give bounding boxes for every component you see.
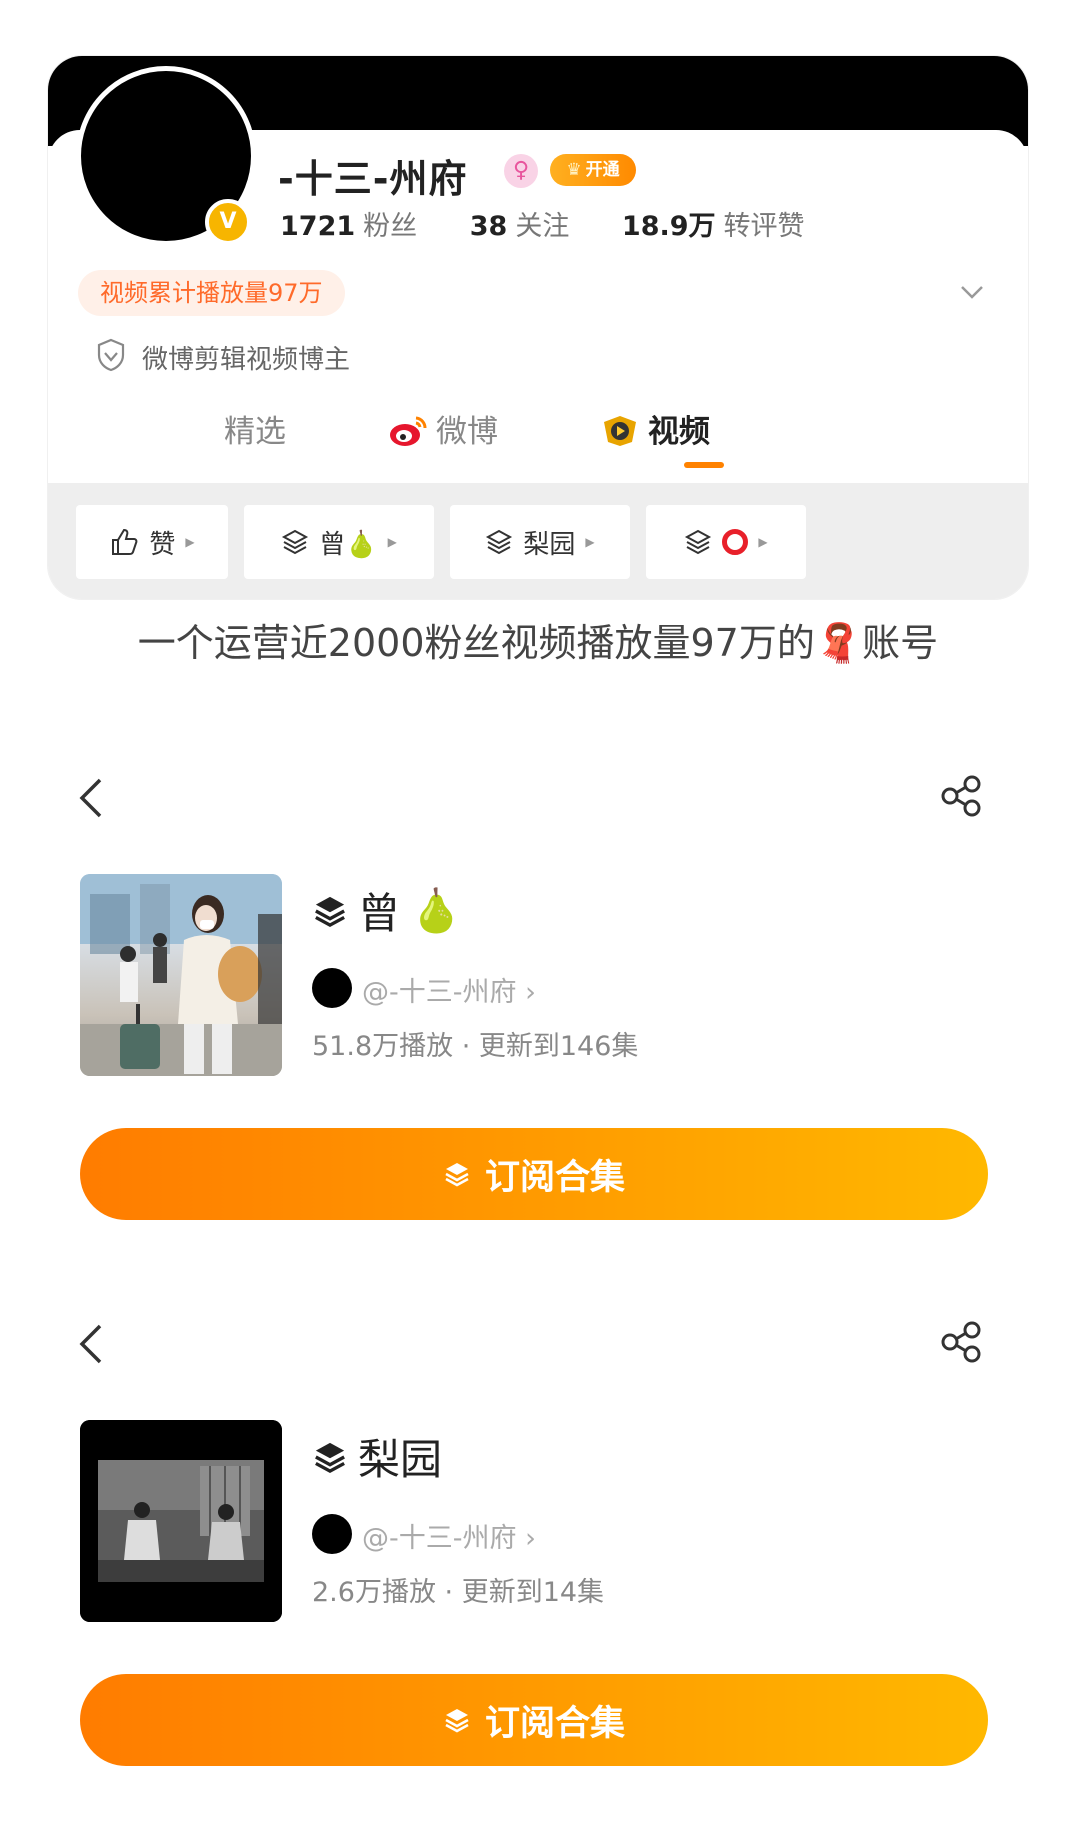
followers-stat[interactable]: 1721 粉丝: [280, 211, 417, 242]
filter-chip-liyuan[interactable]: 梨园 ▶: [450, 505, 630, 579]
red-ring-icon: [722, 529, 749, 555]
collection-card: 梨园 @-十三-州府 › 2.6万播放 · 更新到14集 订阅合集: [48, 1280, 1028, 1768]
tab-weibo[interactable]: 微博: [388, 406, 498, 451]
filter-bar: 赞 ▶ 曾🍐 ▶ 梨园 ▶ ▶: [48, 483, 1028, 599]
gender-female-icon: ♀: [504, 154, 538, 188]
play-count-badge: 视频累计播放量97万: [78, 270, 345, 316]
username: -十三-州府: [278, 157, 468, 201]
stack-icon: [315, 1442, 345, 1473]
author-link[interactable]: @-十三-州府 ›: [362, 1516, 536, 1555]
author-avatar[interactable]: [312, 1514, 352, 1554]
collection-meta: 51.8万播放 · 更新到146集: [312, 1031, 639, 1062]
tab-featured[interactable]: 精选: [224, 406, 286, 451]
author-link[interactable]: @-十三-州府 ›: [362, 970, 536, 1009]
triangle-right-icon: ▶: [387, 535, 397, 549]
share-icon[interactable]: [938, 772, 986, 820]
collection-title[interactable]: 梨园: [312, 1426, 452, 1487]
triangle-right-icon: ▶: [758, 535, 768, 549]
active-tab-indicator: [684, 462, 724, 468]
vip-open-button[interactable]: ♛ 开通: [550, 154, 636, 186]
following-stat[interactable]: 38 关注: [470, 211, 570, 242]
tab-bar: 精选 微博 视频: [48, 406, 1028, 476]
stack-icon: [445, 1709, 469, 1733]
tab-videos[interactable]: 视频: [600, 406, 710, 451]
filter-label: 曾🍐: [319, 529, 378, 560]
filter-chip-liked[interactable]: 赞 ▶: [76, 505, 228, 579]
chevron-down-icon[interactable]: [958, 278, 986, 306]
profile-card: V -十三-州府 ♀ ♛ 开通 1721 粉丝 38 关注 18.9万 转评赞 视频累计…: [48, 56, 1028, 599]
filter-label: 赞: [149, 529, 176, 560]
back-arrow-icon[interactable]: [72, 1320, 112, 1368]
collection-card: 曾 🍐 @-十三-州府 › 51.8万播放 · 更新到146集 订阅合集: [48, 734, 1028, 1222]
video-channel-icon: [604, 416, 636, 446]
filter-chip-ring[interactable]: ▶: [646, 505, 806, 579]
triangle-right-icon: ▶: [585, 535, 595, 549]
certification-text: 微博剪辑视频博主: [142, 345, 351, 375]
engagement-stat[interactable]: 18.9万 转评赞: [622, 211, 805, 242]
triangle-right-icon: ▶: [185, 535, 195, 549]
stack-icon: [282, 529, 309, 555]
subscribe-collection-button[interactable]: 订阅合集: [80, 1128, 988, 1220]
vip-label: 开通: [585, 160, 620, 180]
stack-icon: [445, 1163, 469, 1187]
stats-row: 1721 粉丝 38 关注 18.9万 转评赞: [280, 204, 805, 243]
verified-badge-icon: V: [205, 199, 251, 245]
author-avatar[interactable]: [312, 968, 352, 1008]
stack-icon: [685, 529, 712, 555]
thumbnail-scene: [80, 1420, 282, 1622]
collection-thumbnail[interactable]: [80, 874, 282, 1076]
stack-icon: [486, 529, 513, 555]
filter-chip-zeng[interactable]: 曾🍐 ▶: [244, 505, 434, 579]
filter-label: 梨园: [523, 529, 576, 560]
thumbnail-scene: [80, 874, 282, 1076]
caption-text: 一个运营近2000粉丝视频播放量97万的🧣账号: [137, 621, 939, 665]
shield-icon: [97, 338, 125, 372]
share-icon[interactable]: [938, 1318, 986, 1366]
stack-icon: [315, 896, 345, 927]
collection-title[interactable]: 曾 🍐: [312, 880, 462, 941]
subscribe-collection-button[interactable]: 订阅合集: [80, 1674, 988, 1766]
weibo-logo-icon: [390, 416, 427, 446]
collection-thumbnail[interactable]: [80, 1420, 282, 1622]
collection-meta: 2.6万播放 · 更新到14集: [312, 1577, 605, 1608]
back-arrow-icon[interactable]: [72, 774, 112, 822]
thumbs-up-icon: [112, 528, 138, 555]
crown-icon: ♛: [566, 160, 582, 180]
